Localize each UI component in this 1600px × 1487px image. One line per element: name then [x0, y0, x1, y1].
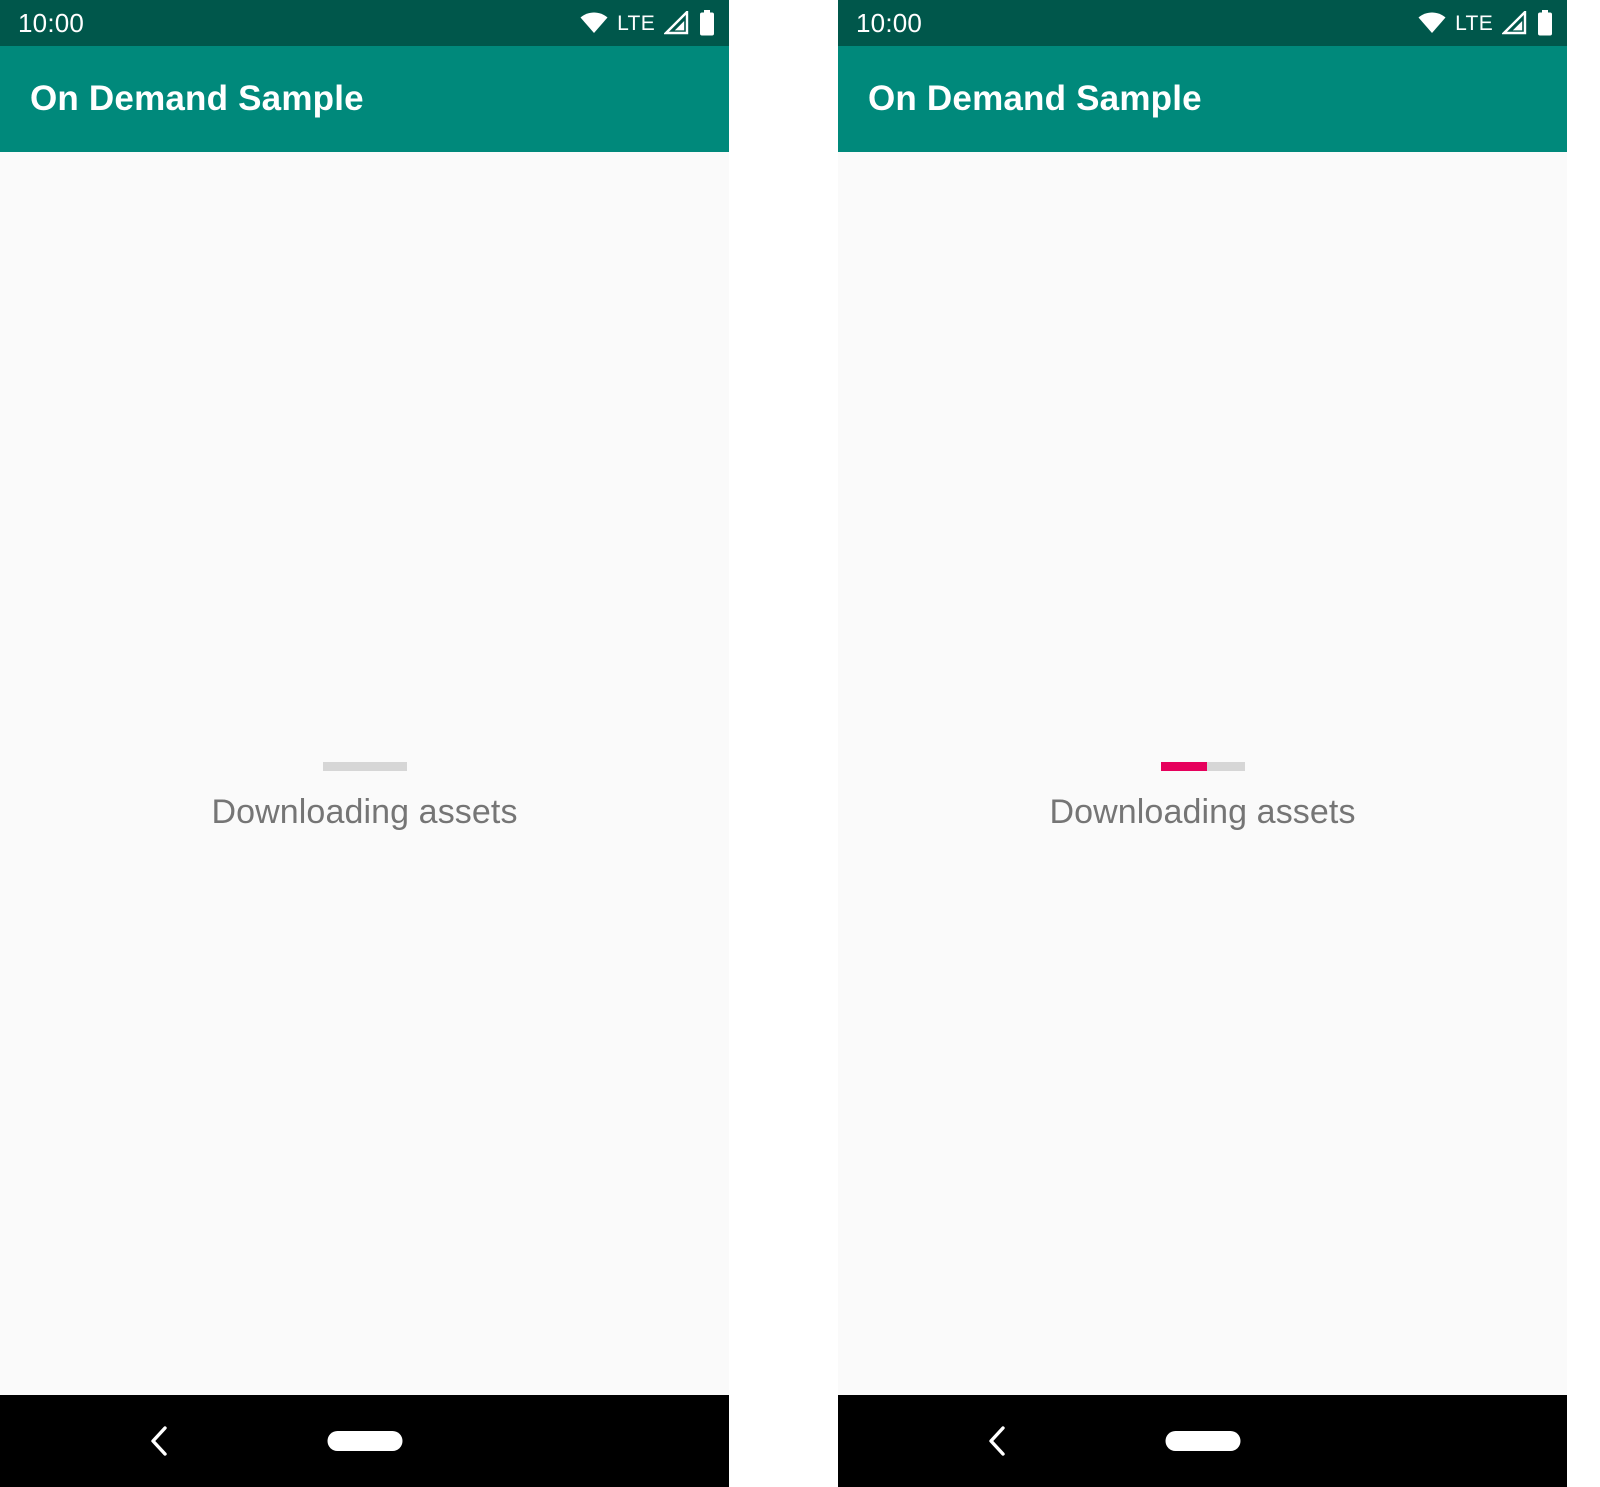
phone-screen-left: 10:00 LTE On Demand Sample Downloading a… — [0, 0, 729, 1487]
status-bar: 10:00 LTE — [0, 0, 729, 46]
page-title: On Demand Sample — [868, 79, 1202, 118]
download-progress-bar — [1160, 762, 1245, 771]
network-type-label: LTE — [617, 11, 655, 35]
status-bar-clock: 10:00 — [18, 8, 85, 38]
status-bar-icons: LTE — [580, 10, 715, 36]
status-bar-clock: 10:00 — [856, 8, 923, 38]
wifi-icon — [580, 12, 608, 34]
system-navigation-bar — [0, 1395, 729, 1487]
download-status-block: Downloading assets — [0, 762, 729, 832]
download-progress-bar — [322, 762, 407, 771]
system-navigation-bar — [838, 1395, 1567, 1487]
download-status-label: Downloading assets — [211, 793, 518, 831]
network-type-label: LTE — [1455, 11, 1493, 35]
app-bar: On Demand Sample — [0, 46, 729, 152]
download-progress-fill — [1160, 762, 1207, 771]
main-content: Downloading assets — [838, 152, 1567, 1395]
app-bar: On Demand Sample — [838, 46, 1567, 152]
download-status-block: Downloading assets — [838, 762, 1567, 832]
phone-screen-right: 10:00 LTE On Demand Sample Downloading a… — [838, 0, 1567, 1487]
dual-screenshot-comparison: 10:00 LTE On Demand Sample Downloading a… — [0, 0, 1600, 1487]
main-content: Downloading assets — [0, 152, 729, 1395]
status-bar-icons: LTE — [1418, 10, 1553, 36]
back-icon[interactable] — [142, 1423, 178, 1459]
page-title: On Demand Sample — [30, 79, 364, 118]
download-status-label: Downloading assets — [1049, 793, 1356, 831]
home-pill-icon[interactable] — [1165, 1431, 1240, 1451]
cellular-signal-icon — [664, 11, 690, 35]
battery-icon — [1537, 10, 1553, 36]
wifi-icon — [1418, 12, 1446, 34]
home-pill-icon[interactable] — [327, 1431, 402, 1451]
status-bar: 10:00 LTE — [838, 0, 1567, 46]
cellular-signal-icon — [1502, 11, 1528, 35]
battery-icon — [699, 10, 715, 36]
back-icon[interactable] — [980, 1423, 1016, 1459]
